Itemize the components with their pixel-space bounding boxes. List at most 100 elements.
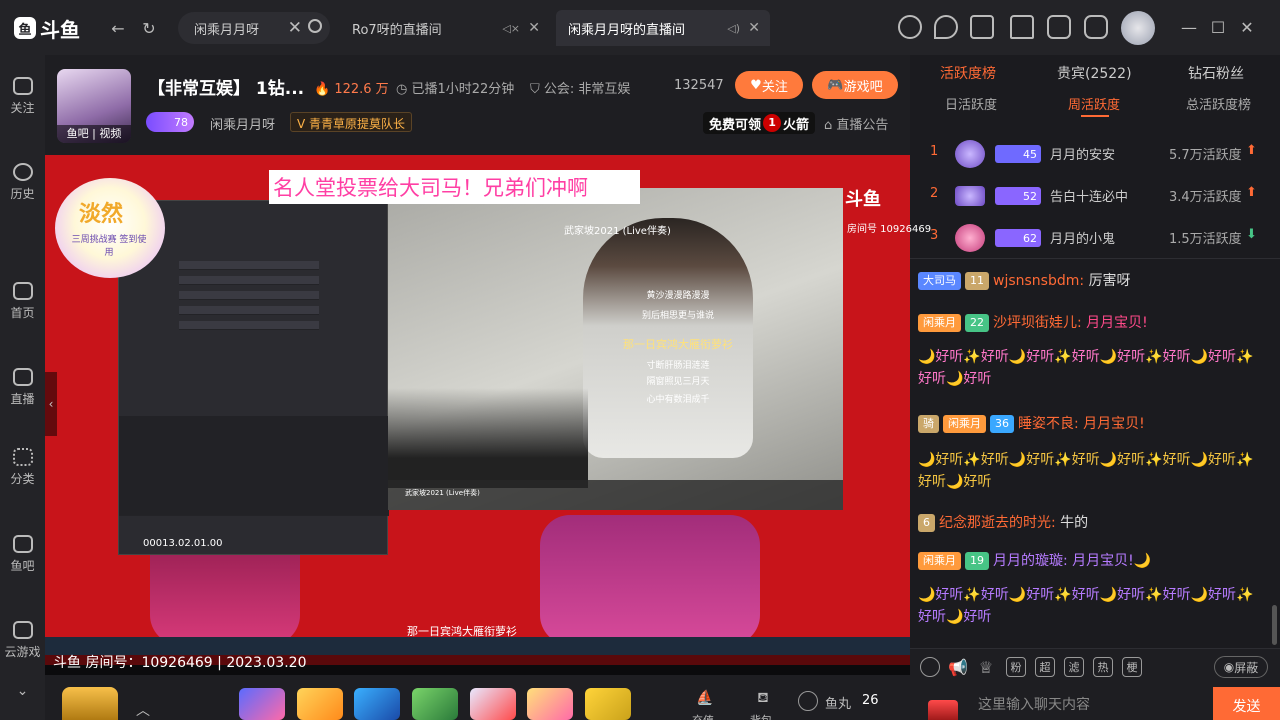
block-toggle[interactable]: ◉ 屏蔽 xyxy=(1214,656,1268,678)
watermark-room: 房间号 10926469 xyxy=(847,224,932,235)
announcement-button[interactable]: ⌂ 直播公告 xyxy=(824,114,888,133)
streamer-level-badge: 78 xyxy=(146,112,194,132)
clock-icon xyxy=(12,163,33,181)
close-tab-icon[interactable]: ✕ xyxy=(528,20,540,36)
rank-row[interactable]: 3 62 月月的小鬼 1.5万活跃度 ⬇ xyxy=(910,218,1270,258)
host-name[interactable]: 闲乘月月呀 xyxy=(210,114,275,133)
clock-icon[interactable] xyxy=(898,15,922,39)
close-tab-icon[interactable]: ✕ xyxy=(748,20,760,36)
sidebar-item-label: 分类 xyxy=(10,472,35,486)
message-icon[interactable] xyxy=(1047,15,1071,39)
chat-username[interactable]: 月月的璇璇: xyxy=(993,553,1068,569)
search-input[interactable]: 闲乘月月呀 ✕ xyxy=(178,12,330,44)
fishball-icon xyxy=(798,691,818,711)
close-icon[interactable]: ✕ xyxy=(1235,14,1259,40)
tab-current-room[interactable]: 闲乘月月呀的直播间 ◁) ✕ xyxy=(556,10,770,46)
sidebar-item-follow[interactable]: 关注 xyxy=(0,77,45,116)
tab-ro7[interactable]: Ro7呀的直播间 ◁× ✕ xyxy=(340,10,550,46)
sidebar-item-history[interactable]: 历史 xyxy=(0,163,45,202)
rank-score: 5.7万活跃度 xyxy=(1169,148,1242,163)
super-tool-button[interactable]: 超 xyxy=(1035,657,1055,677)
gift-item[interactable] xyxy=(239,688,285,720)
gift-item[interactable] xyxy=(527,688,573,720)
gift-item[interactable] xyxy=(470,688,516,720)
rank-number: 2 xyxy=(930,186,939,201)
hot-tool-button[interactable]: 热 xyxy=(1093,657,1113,677)
horn-icon[interactable]: 📢 xyxy=(948,657,968,677)
song-title: 武家坡2021 (Live伴奏) xyxy=(564,226,671,237)
chat-username[interactable]: 睡姿不良: xyxy=(1018,416,1079,432)
chat-input[interactable]: 这里输入聊天内容 xyxy=(978,690,1208,720)
meme-tool-button[interactable]: 梗 xyxy=(1122,657,1142,677)
tshirt-icon[interactable] xyxy=(1010,15,1034,39)
heart-icon[interactable] xyxy=(934,15,958,39)
calendar-icon[interactable] xyxy=(970,15,994,39)
fan-tool-button[interactable]: 粉 xyxy=(1006,657,1026,677)
chat-scrollbar[interactable] xyxy=(1272,605,1277,645)
gift-scroll-icon[interactable]: ︿ xyxy=(136,700,150,720)
sidebar-item-home[interactable]: 首页 xyxy=(0,282,45,321)
volume-icon[interactable]: ◁) xyxy=(727,22,740,35)
lyric-line: 隔窗照见三月天 xyxy=(646,377,710,387)
filter-tool-button[interactable]: 滤 xyxy=(1064,657,1084,677)
avatar-label[interactable]: 鱼吧 | 视频 xyxy=(57,125,131,143)
search-icon[interactable] xyxy=(308,19,322,33)
subtab-total[interactable]: 总活跃度榜 xyxy=(1186,94,1251,113)
sidebar-item-category[interactable]: 分类 xyxy=(0,448,45,487)
follow-button[interactable]: ♥ 关注 xyxy=(735,71,803,99)
sidebar-item-fishbar[interactable]: 鱼吧 xyxy=(0,535,45,574)
avatar[interactable] xyxy=(1121,11,1155,45)
rank-score: 3.4万活跃度 xyxy=(1169,190,1242,205)
guild[interactable]: ⛉ 公会: 非常互娱 xyxy=(530,78,630,97)
rank-name: 月月的安安 xyxy=(1050,148,1116,163)
recharge-label[interactable]: 充值 xyxy=(692,712,714,720)
clear-icon[interactable]: ✕ xyxy=(288,18,302,38)
chat-username[interactable]: 纪念那逝去的时光: xyxy=(939,515,1056,531)
rank-row[interactable]: 1 45 月月的安安 5.7万活跃度 ⬆ xyxy=(910,134,1270,174)
chat-username[interactable]: wjsnsnsbdm: xyxy=(993,273,1084,289)
minimize-icon[interactable]: — xyxy=(1177,14,1201,40)
expand-icon[interactable]: ⌄ xyxy=(0,683,45,699)
mute-icon[interactable]: ◁× xyxy=(502,22,520,35)
tab-diamond-fans[interactable]: 钻石粉丝 xyxy=(1188,63,1244,83)
gift-item[interactable] xyxy=(585,688,631,720)
audio-mixer-window xyxy=(118,200,389,555)
backpack-label[interactable]: 背包 xyxy=(750,712,772,720)
free-gift-text: 免费可领 xyxy=(709,117,762,133)
douyu-logo[interactable]: 鱼 斗鱼 xyxy=(14,14,80,42)
back-icon[interactable]: ← xyxy=(107,17,129,39)
sidebar-item-label: 历史 xyxy=(10,187,35,201)
trophy-icon[interactable] xyxy=(62,687,118,720)
streamer-avatar[interactable]: 鱼吧 | 视频 xyxy=(57,69,131,143)
sidebar-item-live[interactable]: 直播 xyxy=(0,368,45,407)
tab-vip[interactable]: 贵宾(2522) xyxy=(1057,63,1132,83)
home-icon xyxy=(12,282,33,300)
gift-item[interactable] xyxy=(412,688,458,720)
refresh-icon[interactable]: ↻ xyxy=(138,17,160,39)
chat-username[interactable]: 沙坪坝街娃儿: xyxy=(993,315,1082,331)
collapse-sidebar-button[interactable]: ‹ xyxy=(45,372,57,436)
emoji-icon[interactable] xyxy=(920,657,940,677)
subtab-daily[interactable]: 日活跃度 xyxy=(945,94,997,113)
recharge-icon[interactable]: ⛵ xyxy=(692,690,718,708)
gift-box-icon[interactable] xyxy=(928,700,958,720)
tab-activity-rank[interactable]: 活跃度榜 xyxy=(940,63,996,83)
game-bar-button[interactable]: 🎮 游戏吧 xyxy=(812,71,898,99)
backpack-icon[interactable]: ⛾ xyxy=(750,690,776,708)
free-rocket-button[interactable]: 免费可领 1 火箭 xyxy=(703,112,816,134)
subtab-weekly[interactable]: 周活跃度 xyxy=(1068,94,1120,113)
tab-label: Ro7呀的直播间 xyxy=(352,22,442,38)
gift-item[interactable] xyxy=(354,688,400,720)
rank-row[interactable]: 2 52 告白十连必中 3.4万活跃度 ⬆ xyxy=(910,176,1270,216)
crown-icon[interactable]: ♕ xyxy=(976,657,996,677)
gear-icon[interactable] xyxy=(1084,15,1108,39)
block-label: 屏蔽 xyxy=(1234,660,1259,675)
fan-level-badge: 52 xyxy=(995,187,1041,205)
team-badge[interactable]: V 青青草原提莫队长 xyxy=(290,112,413,132)
fan-level-badge: 36 xyxy=(990,415,1014,433)
gift-item[interactable] xyxy=(297,688,343,720)
maximize-icon[interactable]: ☐ xyxy=(1206,14,1230,40)
sidebar-item-cloudgame[interactable]: 云游戏 xyxy=(0,621,45,660)
send-button[interactable]: 发送 xyxy=(1213,687,1280,720)
fishball-count: 26 xyxy=(862,693,879,708)
